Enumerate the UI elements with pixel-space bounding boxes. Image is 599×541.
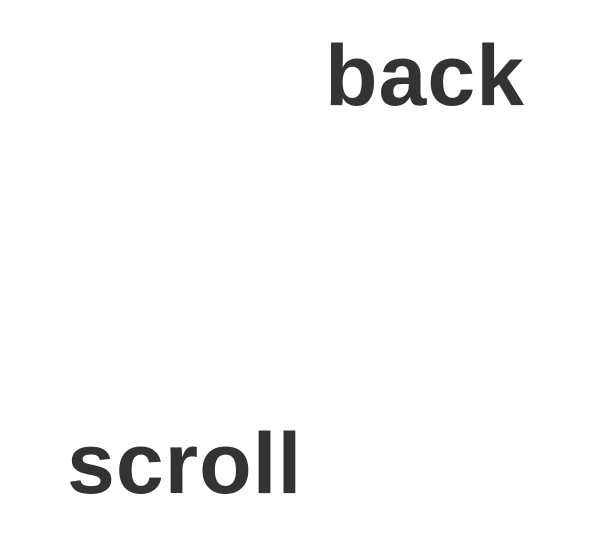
back-link[interactable]: back: [325, 33, 525, 119]
scroll-link[interactable]: scroll: [67, 421, 302, 507]
page-canvas: back scroll: [0, 0, 599, 541]
